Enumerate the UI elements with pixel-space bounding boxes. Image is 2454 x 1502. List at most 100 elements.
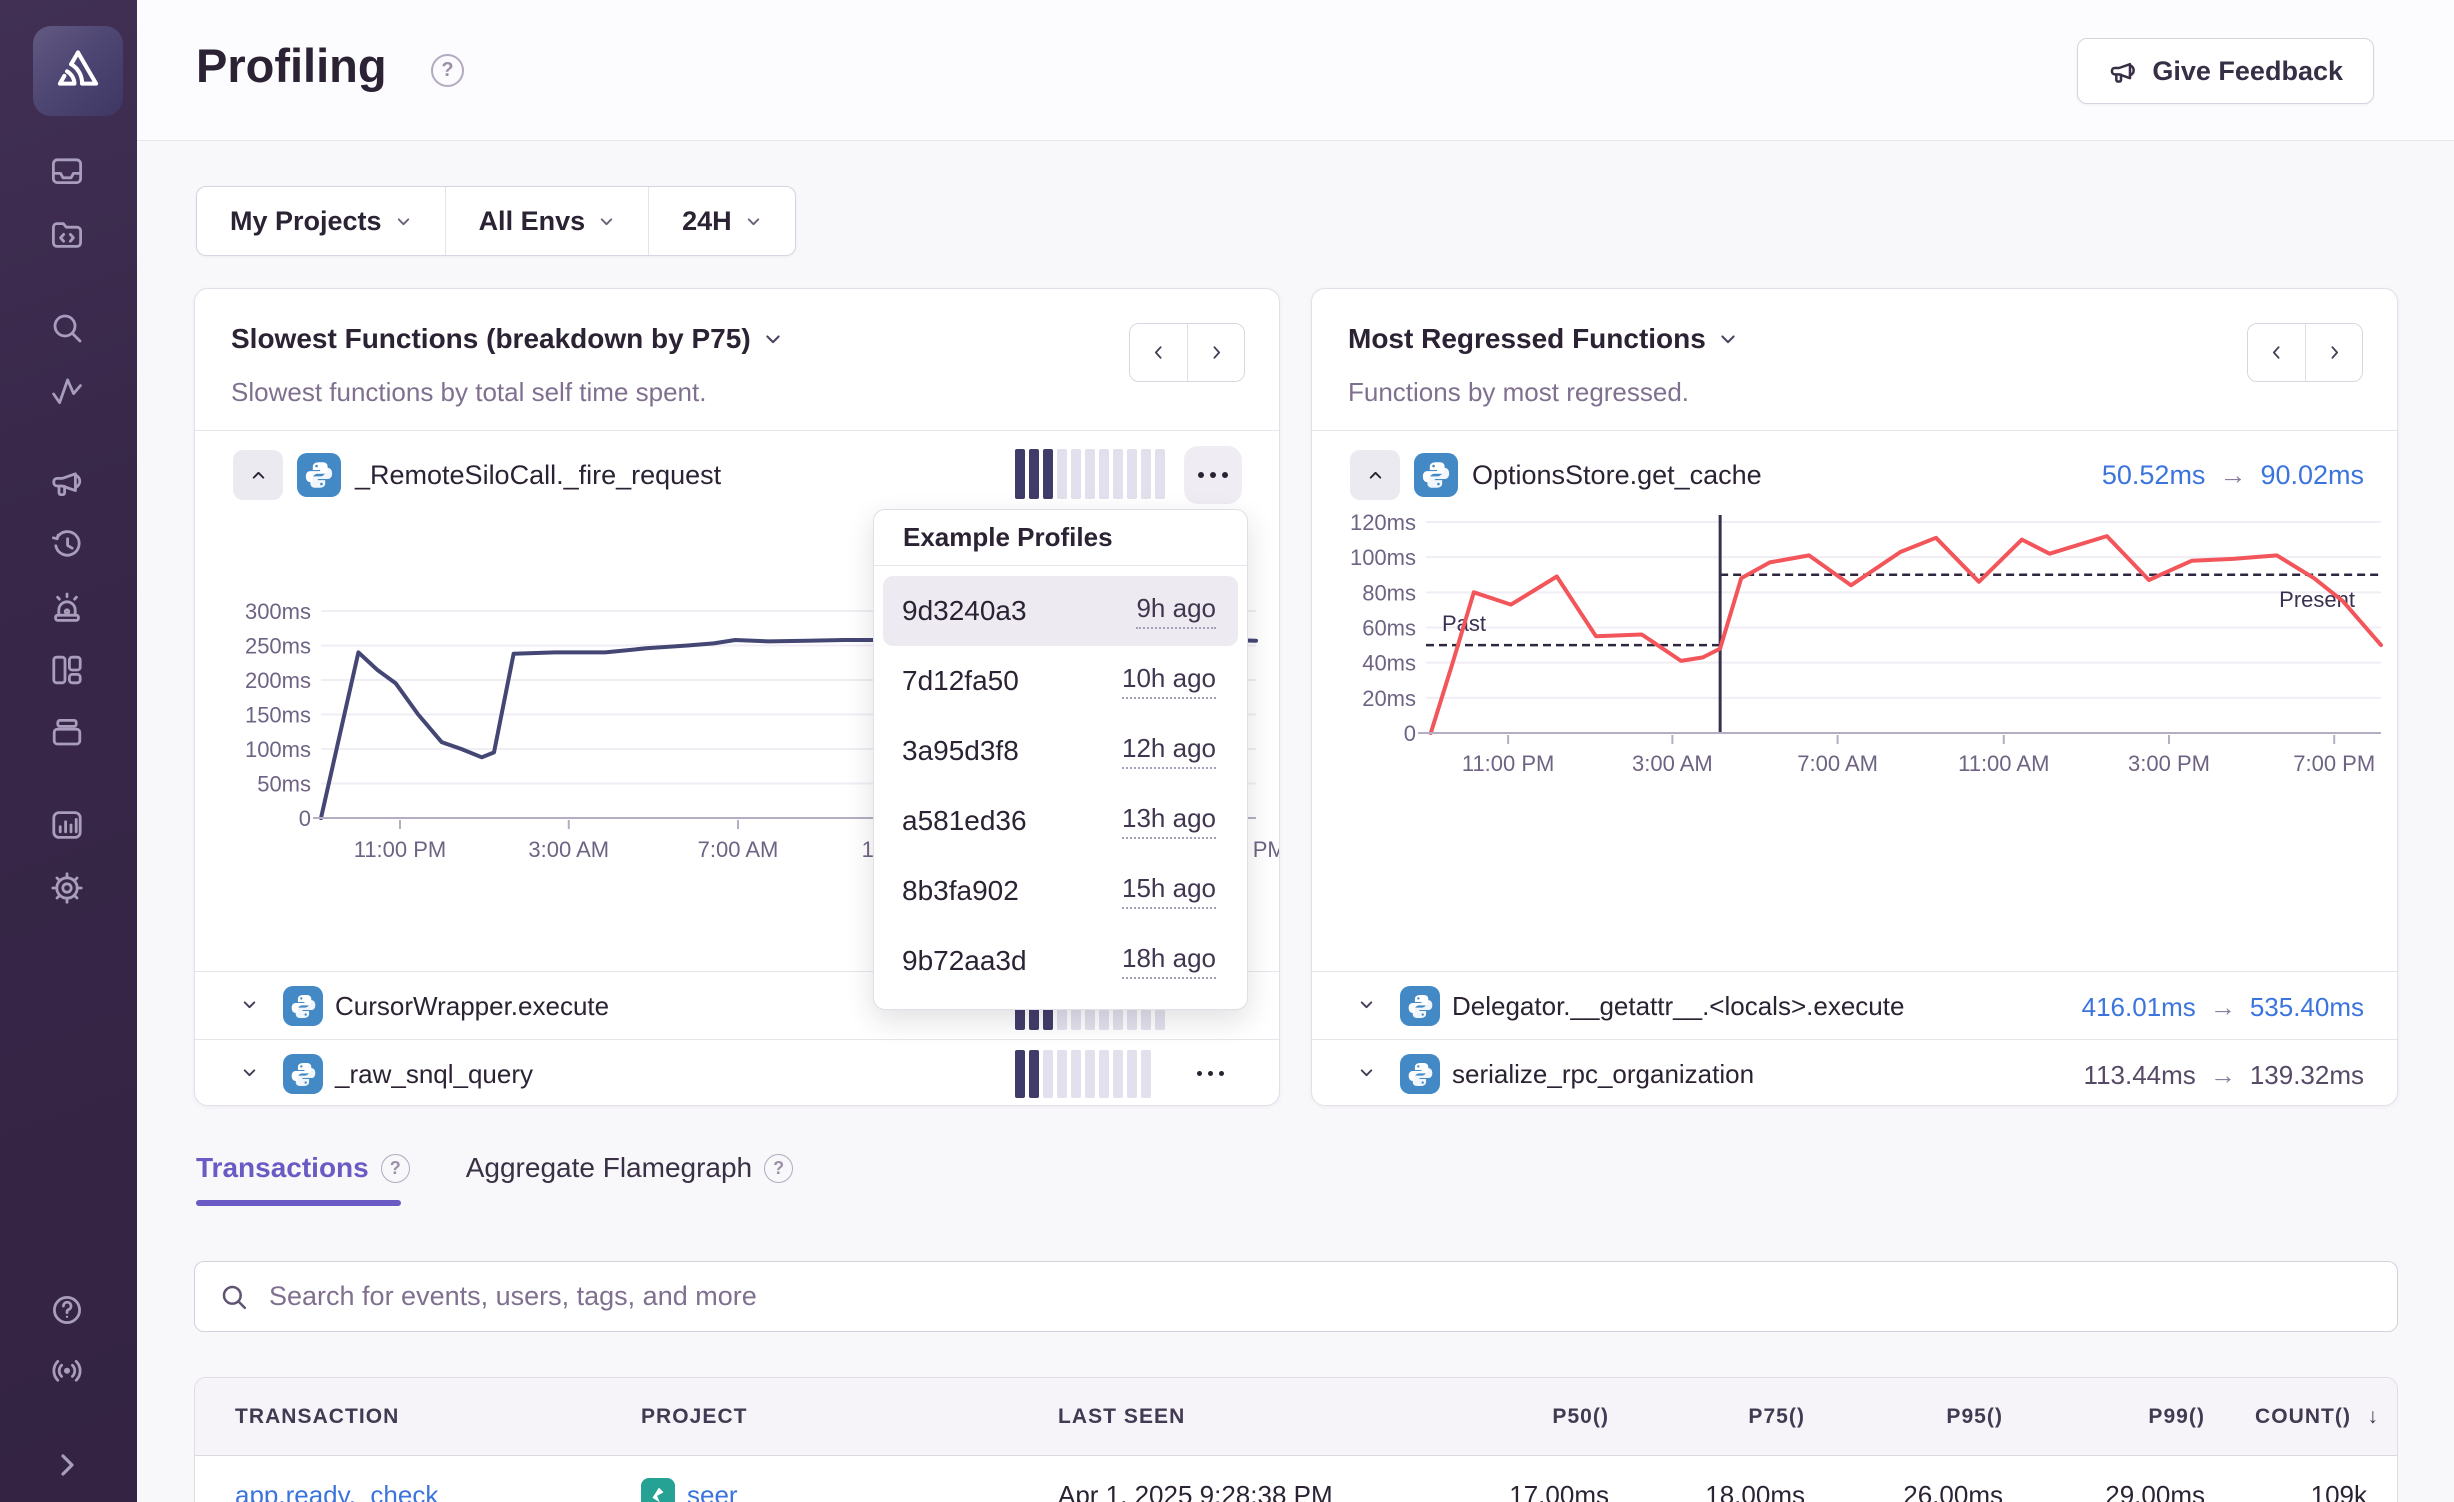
col-p75[interactable]: P75() <box>1748 1405 1805 1429</box>
page-next-button[interactable] <box>2305 324 2362 381</box>
after-value-link[interactable]: 90.02ms <box>2260 460 2364 491</box>
p50-value: 17.00ms <box>1509 1480 1609 1502</box>
sidebar-item-replays[interactable] <box>48 526 86 564</box>
sidebar-expand-toggle[interactable] <box>48 1446 86 1484</box>
function-name[interactable]: serialize_rpc_organization <box>1452 1059 1754 1090</box>
function-name[interactable]: CursorWrapper.execute <box>335 991 609 1022</box>
tab-help-icon[interactable]: ? <box>381 1154 410 1183</box>
profile-item[interactable]: 8b3fa902 15h ago <box>883 856 1238 926</box>
svg-text:0: 0 <box>299 806 311 831</box>
before-value: 113.44ms <box>2084 1060 2196 1091</box>
sparkline-bar <box>1071 449 1081 499</box>
sidebar-item-explore[interactable] <box>48 215 86 253</box>
profile-time-link[interactable]: 9h ago <box>1136 593 1216 629</box>
collapse-function-button[interactable] <box>1350 450 1400 500</box>
sentry-logo[interactable] <box>33 26 123 116</box>
page-prev-button[interactable] <box>2248 324 2305 381</box>
profile-item[interactable]: a581ed36 13h ago <box>883 786 1238 856</box>
page-next-button[interactable] <box>1187 324 1244 381</box>
profile-id-link[interactable]: 3a95d3f8 <box>902 735 1019 767</box>
sidebar-item-feedback[interactable] <box>48 463 86 501</box>
col-count[interactable]: COUNT() <box>2255 1405 2351 1429</box>
profile-time-link[interactable]: 18h ago <box>1122 943 1216 979</box>
profile-item[interactable]: 7d12fa50 10h ago <box>883 646 1238 716</box>
profile-time-link[interactable]: 15h ago <box>1122 873 1216 909</box>
sparkline-bar <box>1029 1050 1039 1098</box>
tab-aggregate-flamegraph[interactable]: Aggregate Flamegraph ? <box>466 1152 793 1184</box>
chevron-down-icon <box>241 1064 258 1081</box>
date-range-filter[interactable]: 24H <box>648 187 795 255</box>
profile-time-link[interactable]: 13h ago <box>1122 803 1216 839</box>
profile-id-link[interactable]: 8b3fa902 <box>902 875 1019 907</box>
search-bar[interactable] <box>194 1261 2398 1332</box>
function-name[interactable]: _raw_snql_query <box>335 1059 533 1090</box>
col-last-seen[interactable]: LAST SEEN <box>1058 1405 1185 1429</box>
profile-item[interactable]: 9d3240a3 9h ago <box>883 576 1238 646</box>
project-filter[interactable]: My Projects <box>197 187 445 255</box>
before-value-link[interactable]: 416.01ms <box>2082 992 2196 1023</box>
col-transaction[interactable]: TRANSACTION <box>235 1405 399 1429</box>
svg-text:120ms: 120ms <box>1350 510 1416 535</box>
profile-id-link[interactable]: a581ed36 <box>902 805 1027 837</box>
sparkline-bar <box>1141 1050 1151 1098</box>
arrow-right-icon: → <box>2210 1060 2236 1091</box>
panel-pagination <box>2247 323 2363 382</box>
sidebar-item-search[interactable] <box>48 309 86 347</box>
tab-transactions[interactable]: Transactions ? <box>196 1152 410 1184</box>
profile-id-link[interactable]: 7d12fa50 <box>902 665 1019 697</box>
function-name[interactable]: Delegator.__getattr__.<locals>.execute <box>1452 991 1904 1022</box>
sidebar-item-stats[interactable] <box>48 806 86 844</box>
function-options-button[interactable] <box>1184 446 1242 504</box>
svg-text:80ms: 80ms <box>1362 580 1416 605</box>
col-project[interactable]: PROJECT <box>641 1405 748 1429</box>
svg-text:7:00 PM: 7:00 PM <box>2293 751 2375 776</box>
sidebar <box>0 0 137 1502</box>
collapse-function-button[interactable] <box>233 450 283 500</box>
transaction-link[interactable]: app.ready._check <box>235 1480 438 1502</box>
search-input[interactable] <box>269 1281 2373 1312</box>
profile-id-link[interactable]: 9b72aa3d <box>902 945 1027 977</box>
python-logo <box>290 993 317 1020</box>
function-name[interactable]: OptionsStore.get_cache <box>1472 460 1762 491</box>
profile-item[interactable]: 9b72aa3d 18h ago <box>883 926 1238 996</box>
page-prev-button[interactable] <box>1130 324 1187 381</box>
sidebar-item-dashboards[interactable] <box>48 651 86 689</box>
profile-time-link[interactable]: 10h ago <box>1122 663 1216 699</box>
profile-id-link[interactable]: 9d3240a3 <box>902 595 1027 627</box>
before-value-link[interactable]: 50.52ms <box>2102 460 2206 491</box>
sparkline-bar <box>1155 449 1165 499</box>
tab-help-icon[interactable]: ? <box>764 1154 793 1183</box>
col-p95[interactable]: P95() <box>1946 1405 2003 1429</box>
function-row[interactable]: serialize_rpc_organization 113.44ms → 13… <box>1312 1039 2397 1106</box>
sidebar-item-settings[interactable] <box>48 869 86 907</box>
sidebar-item-alerts[interactable] <box>48 589 86 627</box>
slowest-functions-title-dropdown[interactable]: Slowest Functions (breakdown by P75) <box>231 323 783 355</box>
example-profiles-dropdown: Example Profiles 9d3240a3 9h ago 7d12fa5… <box>873 509 1248 1010</box>
col-p99[interactable]: P99() <box>2148 1405 2205 1429</box>
table-row[interactable]: app.ready._check seer Apr 1, 2025 9:28:3… <box>195 1456 2397 1502</box>
function-row[interactable]: Delegator.__getattr__.<locals>.execute 4… <box>1312 971 2397 1039</box>
regression-values: 416.01ms → 535.40ms <box>2082 992 2364 1023</box>
sparkline-bar <box>1071 1050 1081 1098</box>
project-link[interactable]: seer <box>687 1480 738 1502</box>
function-row[interactable]: _raw_snql_query <box>195 1039 1279 1106</box>
give-feedback-button[interactable]: Give Feedback <box>2077 38 2374 104</box>
sidebar-item-help[interactable] <box>48 1291 86 1329</box>
after-value-link[interactable]: 535.40ms <box>2250 992 2364 1023</box>
sidebar-item-metrics[interactable] <box>48 372 86 410</box>
sidebar-item-releases[interactable] <box>48 713 86 751</box>
function-options-button[interactable] <box>1197 1071 1224 1076</box>
sparkline-bar <box>1057 1050 1067 1098</box>
function-name[interactable]: _RemoteSiloCall._fire_request <box>355 460 721 491</box>
sidebar-item-issues[interactable] <box>48 152 86 190</box>
title-help-icon[interactable]: ? <box>431 54 464 87</box>
most-regressed-title-dropdown[interactable]: Most Regressed Functions <box>1348 323 1738 355</box>
sidebar-item-whats-new[interactable] <box>48 1351 86 1389</box>
sparkline-bar <box>1127 1050 1137 1098</box>
col-p50[interactable]: P50() <box>1552 1405 1609 1429</box>
dot <box>1219 1071 1224 1076</box>
profile-item[interactable]: 3a95d3f8 12h ago <box>883 716 1238 786</box>
profile-time-link[interactable]: 12h ago <box>1122 733 1216 769</box>
environment-filter[interactable]: All Envs <box>445 187 649 255</box>
sort-desc-icon[interactable]: ↓ <box>2367 1405 2379 1429</box>
